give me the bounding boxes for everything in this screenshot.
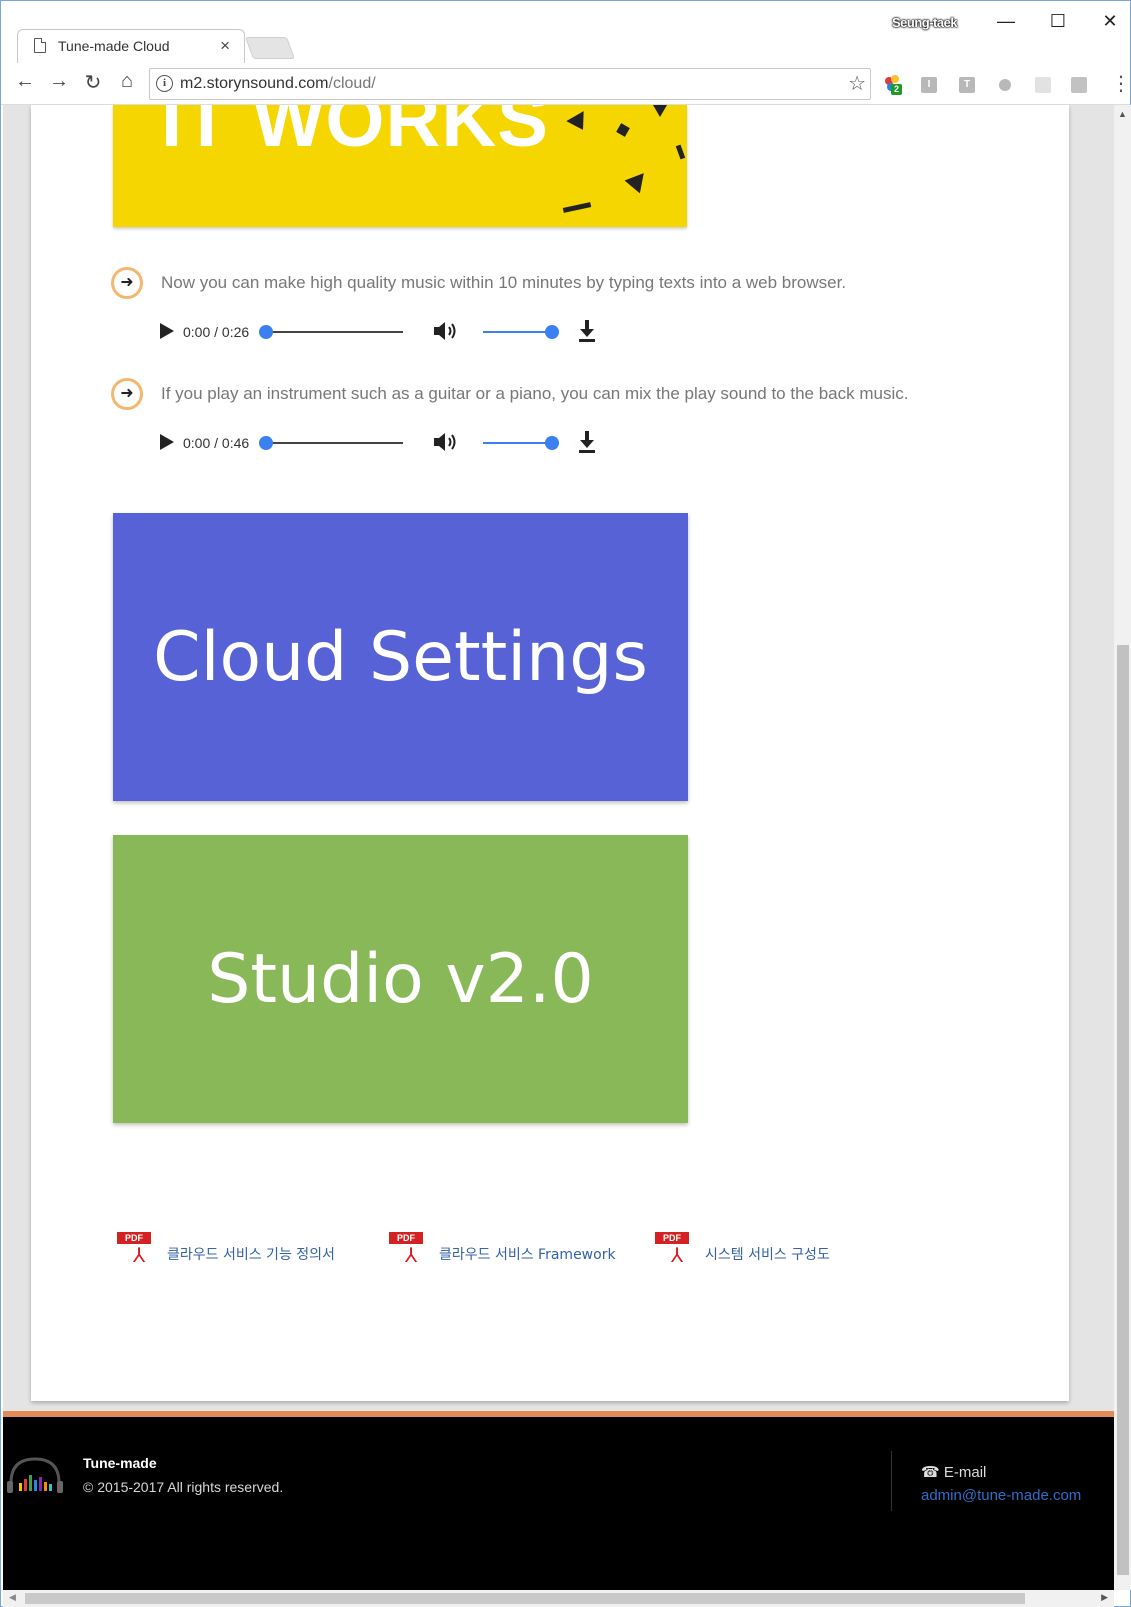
page-icon — [34, 38, 46, 53]
confetti-shape — [624, 166, 652, 194]
audio-player: 0:00 / 0:26 — [157, 317, 617, 347]
seek-slider[interactable] — [259, 325, 403, 339]
extension-i-icon[interactable]: I — [921, 77, 937, 93]
pdf-icon: PDF ⅄ — [387, 1230, 431, 1272]
hero-text: IT WORKS — [161, 105, 549, 163]
play-button[interactable] — [160, 323, 174, 339]
pdf-icon: PDF ⅄ — [115, 1230, 159, 1272]
extension-colors-icon[interactable]: 2 — [885, 75, 902, 95]
reload-button[interactable]: ↻ — [79, 70, 107, 95]
volume-slider[interactable] — [483, 325, 559, 339]
content-card: IT WORKS ➜ Now you can make high quality… — [31, 105, 1069, 1401]
vertical-scrollbar[interactable]: ▲ — [1114, 105, 1131, 1590]
arrow-circle-icon: ➜ — [111, 378, 143, 410]
scroll-right-arrow-icon[interactable]: ▶ — [1101, 1592, 1108, 1603]
play-button[interactable] — [160, 434, 174, 450]
volume-thumb[interactable] — [545, 436, 559, 450]
close-window-button[interactable]: ✕ — [1095, 11, 1125, 32]
seek-slider[interactable] — [259, 436, 403, 450]
confetti-shape — [616, 123, 630, 137]
forward-button[interactable]: → — [45, 70, 73, 93]
cloud-settings-tile[interactable]: Cloud Settings — [113, 513, 688, 801]
footer-copyright: © 2015-2017 All rights reserved. — [83, 1479, 284, 1495]
confetti-shape — [675, 144, 686, 160]
confetti-shape — [653, 105, 667, 117]
back-button[interactable]: ← — [11, 70, 39, 93]
time-display: 0:00 / 0:26 — [183, 324, 250, 340]
confetti-shape — [562, 202, 592, 213]
audio-player: 0:00 / 0:46 — [157, 428, 617, 458]
track-description: Now you can make high quality music with… — [161, 273, 847, 292]
seek-thumb[interactable] — [259, 325, 273, 339]
extension-circle-icon[interactable] — [999, 79, 1011, 91]
address-bar[interactable]: i m2.storynsound.com/cloud/ ☆ — [149, 68, 871, 100]
browser-window: Tune-made Cloud × Seung-taek — ☐ ✕ ← → ↻… — [0, 0, 1131, 1607]
studio-tile[interactable]: Studio v2.0 — [113, 835, 688, 1123]
headphones-logo-icon — [7, 1457, 63, 1493]
profile-name[interactable]: Seung-taek — [892, 15, 958, 30]
home-button[interactable]: ⌂ — [113, 70, 141, 93]
studio-label: Studio v2.0 — [207, 939, 594, 1019]
seek-thumb[interactable] — [259, 436, 273, 450]
horizontal-scrollbar[interactable]: ◀ ▶ — [3, 1590, 1114, 1607]
tab-close-button[interactable]: × — [220, 36, 230, 56]
footer-brand: Tune-made — [83, 1455, 157, 1471]
footer-divider — [891, 1451, 892, 1511]
title-bar: Tune-made Cloud × Seung-taek — ☐ ✕ — [1, 1, 1130, 63]
info-icon[interactable]: i — [156, 75, 173, 92]
confetti-shape — [566, 111, 592, 135]
browser-menu-icon[interactable]: ⋮ — [1111, 71, 1131, 96]
scroll-up-arrow-icon[interactable]: ▲ — [1118, 109, 1127, 119]
arrow-circle-icon: ➜ — [111, 267, 143, 299]
volume-icon[interactable] — [432, 319, 460, 343]
extension-badge: 2 — [891, 84, 902, 95]
cloud-settings-label: Cloud Settings — [153, 617, 648, 697]
extension-pdf-icon[interactable] — [1071, 77, 1087, 93]
extension-faded-icon[interactable] — [1035, 77, 1051, 93]
maximize-button[interactable]: ☐ — [1043, 11, 1073, 32]
pdf-icon: PDF ⅄ — [653, 1230, 697, 1272]
volume-slider[interactable] — [483, 436, 559, 450]
download-icon[interactable] — [577, 319, 597, 343]
document-label[interactable]: 클라우드 서비스 Framework — [439, 1244, 616, 1264]
extension-t-icon[interactable]: T — [959, 77, 975, 93]
page-viewport: IT WORKS ➜ Now you can make high quality… — [3, 105, 1114, 1592]
document-label[interactable]: 클라우드 서비스 기능 정의서 — [167, 1244, 335, 1264]
yellow-dot — [891, 75, 899, 83]
volume-thumb[interactable] — [545, 325, 559, 339]
url-host: m2.storynsound.com — [180, 75, 329, 92]
track-item: ➜ Now you can make high quality music wi… — [111, 267, 961, 299]
browser-tab[interactable]: Tune-made Cloud × — [17, 29, 245, 63]
bookmark-star-icon[interactable]: ☆ — [848, 71, 866, 96]
hero-banner: IT WORKS — [113, 105, 687, 227]
horizontal-scroll-thumb[interactable] — [25, 1593, 1025, 1604]
new-tab-button[interactable] — [244, 37, 296, 59]
tab-title: Tune-made Cloud — [58, 38, 170, 54]
email-link[interactable]: admin@tune-made.com — [921, 1487, 1081, 1504]
track-description: If you play an instrument such as a guit… — [161, 384, 909, 403]
download-icon[interactable] — [577, 430, 597, 454]
email-label: ☎ E-mail — [921, 1464, 987, 1481]
scroll-left-arrow-icon[interactable]: ◀ — [9, 1592, 16, 1603]
vertical-scroll-thumb[interactable] — [1117, 645, 1129, 1575]
volume-icon[interactable] — [432, 430, 460, 454]
document-label[interactable]: 시스템 서비스 구성도 — [705, 1244, 830, 1264]
track-item: ➜ If you play an instrument such as a gu… — [111, 378, 961, 410]
url-text[interactable]: m2.storynsound.com/cloud/ — [180, 75, 376, 93]
browser-toolbar: ← → ↻ ⌂ i m2.storynsound.com/cloud/ ☆ 2 … — [1, 63, 1131, 105]
minimize-button[interactable]: — — [991, 11, 1021, 32]
time-display: 0:00 / 0:46 — [183, 435, 250, 451]
site-footer: Tune-made © 2015-2017 All rights reserve… — [3, 1417, 1114, 1592]
url-path: /cloud/ — [328, 75, 376, 92]
